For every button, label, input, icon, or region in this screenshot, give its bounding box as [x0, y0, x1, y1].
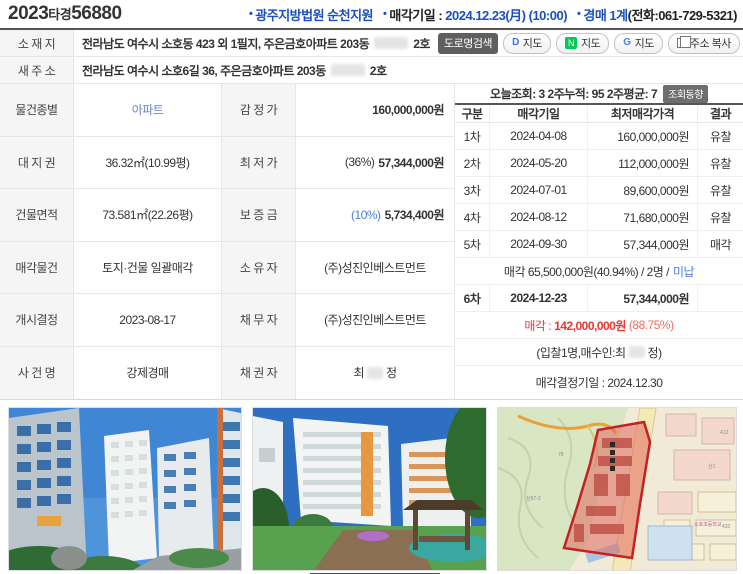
detail-table: 물건종별 아파트 감 정 가 160,000,000원 대 지 권 36.32㎡…: [0, 84, 455, 399]
property-table: 소 재 지 전라남도 여수시 소호동 423 외 1필지, 주은금호아파트 20…: [0, 28, 743, 400]
svg-text:432: 432: [722, 524, 731, 530]
auction-row-2: 2차 2024-05-20 112,000,000원 유찰: [455, 150, 743, 177]
naver-map-button[interactable]: N 지도: [556, 32, 610, 54]
deposit: (10%) 5,734,400원: [296, 189, 455, 241]
daum-map-icon: D: [512, 37, 519, 48]
view-stats: 오늘조회: 3 2주누적: 95 2주평균: 7 조회동향: [455, 84, 743, 103]
debtor: (주)성진인베스트먼트: [296, 294, 455, 346]
land-area: 36.32㎡(10.99평): [74, 136, 222, 188]
appraisal-value: 160,000,000원: [296, 84, 455, 136]
sale-date: • 매각기일 : 2024.12.23(月) (10:00): [383, 7, 568, 23]
property-type-link[interactable]: 아파트: [132, 101, 164, 118]
decision-date: 매각결정기일 : 2024.12.30: [535, 376, 663, 390]
view-stats-text: 오늘조회: 3 2주누적: 95 2주평균: 7: [490, 87, 658, 101]
auction-row-3: 3차 2024-07-01 89,600,000원 유찰: [455, 177, 743, 204]
auction-row-1: 1차 2024-04-08 160,000,000원 유찰: [455, 123, 743, 150]
case-type: 타경: [48, 7, 72, 22]
auction-detail-page: 2023타경56880 • 광주지방법원 순천지원 • 매각기일 : 2024.…: [0, 0, 743, 574]
bidders-note: (입찰1명,매수인:최 정): [455, 339, 743, 366]
property-photo-exterior[interactable]: [8, 407, 243, 571]
court-dept: • 경매 1계 (전화:061-729-5321): [577, 7, 737, 23]
detail-row-casename: 사 건 명 강제경매 채 권 자 최 정: [0, 346, 455, 399]
copy-icon: [676, 35, 691, 48]
svg-text:412: 412: [720, 430, 729, 436]
bullet-icon: •: [248, 8, 253, 20]
jibun-address-row: 소 재 지 전라남도 여수시 소호동 423 외 1필지, 주은금호아파트 20…: [0, 30, 743, 57]
jibun-address-value: 전라남도 여수시 소호동 423 외 1필지, 주은금호아파트 203동 2호 …: [74, 30, 743, 56]
svg-text:78: 78: [558, 452, 564, 458]
owner: (주)성진인베스트먼트: [296, 241, 455, 293]
naver-map-icon: N: [565, 36, 578, 49]
case-serial: 56880: [71, 3, 122, 24]
svg-text:산57-2: 산57-2: [526, 495, 541, 502]
redacted-unit-number: [374, 37, 409, 49]
road-address-row: 새 주 소 전라남도 여수시 소호6길 36, 주은금호아파트 203동 2호: [0, 57, 743, 84]
property-photo-courtyard[interactable]: [252, 407, 487, 571]
cadastral-map-illustration: 산57-2 78 산1 412 432 소호초등학교: [497, 408, 736, 570]
bullet-icon: •: [383, 8, 387, 20]
building-area: 73.581㎡(22.26평): [74, 189, 222, 241]
bullet-icon: •: [577, 8, 581, 20]
cadastral-map[interactable]: 산57-2 78 산1 412 432 소호초등학교: [496, 407, 737, 571]
sold-percentage: (88.75%): [628, 318, 674, 332]
sold-result: 매각 : 142,000,000원 (88.75%): [455, 312, 743, 339]
auction-row-5: 5차 2024-09-30 57,344,000원 매각: [455, 231, 743, 258]
creditor: 최 정: [296, 346, 455, 399]
minimum-price: (36%) 57,344,000원: [296, 136, 455, 188]
apartment-photo-illustration: [9, 408, 242, 570]
auction-row-6: 6차 2024-12-23 57,344,000원: [455, 285, 743, 312]
address-buttons: 도로명검색 D 지도 N 지도 G 지도 주소 복사: [437, 32, 740, 54]
case-name: 강제경매: [74, 346, 222, 399]
svg-text:산1: 산1: [708, 463, 716, 470]
unpaid-link[interactable]: 미납: [673, 263, 695, 280]
google-map-icon: G: [623, 37, 631, 48]
sale-type: 토지·건물 일괄매각: [74, 241, 222, 293]
road-address-label: 새 주 소: [0, 57, 74, 83]
table-body: 물건종별 아파트 감 정 가 160,000,000원 대 지 권 36.32㎡…: [0, 84, 743, 399]
daum-map-button[interactable]: D 지도: [503, 32, 552, 54]
road-address-value: 전라남도 여수시 소호6길 36, 주은금호아파트 203동 2호: [82, 63, 387, 78]
photo-strip: 산57-2 78 산1 412 432 소호초등학교: [0, 400, 743, 571]
road-name-search-button[interactable]: 도로명검색: [437, 32, 499, 54]
start-decision-date: 2023-08-17: [74, 294, 222, 346]
apartment-courtyard-illustration: [253, 408, 486, 570]
case-number: 2023타경56880: [8, 3, 122, 25]
case-year: 2023: [8, 3, 49, 24]
auction-row-4: 4차 2024-08-12 71,680,000원 유찰: [455, 204, 743, 231]
detail-row-building: 건물면적 73.581㎡(22.26평) 보 증 금 (10%) 5,734,40…: [0, 189, 455, 242]
auction-history: 오늘조회: 3 2주누적: 95 2주평균: 7 조회동향 구분 매각기일 최저…: [455, 84, 743, 399]
top-info: • 광주지방법원 순천지원 • 매각기일 : 2024.12.23(月) (10…: [248, 5, 738, 24]
sold-price: 142,000,000원: [554, 318, 626, 333]
copy-address-button[interactable]: 주소 복사: [667, 32, 740, 54]
redacted-name: [367, 366, 383, 379]
redacted-name: [628, 346, 645, 358]
detail-row-start: 개시결정 2023-08-17 채 무 자 (주)성진인베스트먼트: [0, 294, 455, 347]
svg-text:소호초등학교: 소호초등학교: [694, 521, 722, 528]
jibun-address-label: 소 재 지: [0, 30, 74, 56]
detail-row-saletype: 매각물건 토지·건물 일괄매각 소 유 자 (주)성진인베스트먼트: [0, 241, 455, 294]
google-map-button[interactable]: G 지도: [614, 32, 663, 54]
detail-row-land: 대 지 권 36.32㎡(10.99평) 최 저 가 (36%) 57,344,0…: [0, 136, 455, 189]
auction-table-header: 구분 매각기일 최저매각가격 결과: [455, 103, 743, 123]
redacted-unit-number: [330, 64, 365, 76]
topbar: 2023타경56880 • 광주지방법원 순천지원 • 매각기일 : 2024.…: [0, 0, 743, 28]
view-trend-button[interactable]: 조회동향: [663, 84, 708, 103]
detail-row-type: 물건종별 아파트 감 정 가 160,000,000원: [0, 84, 455, 137]
court-name: • 광주지방법원 순천지원: [248, 7, 374, 23]
unpaid-note: 매각 65,500,000원(40.94%) / 2명 / 미납: [455, 258, 743, 285]
